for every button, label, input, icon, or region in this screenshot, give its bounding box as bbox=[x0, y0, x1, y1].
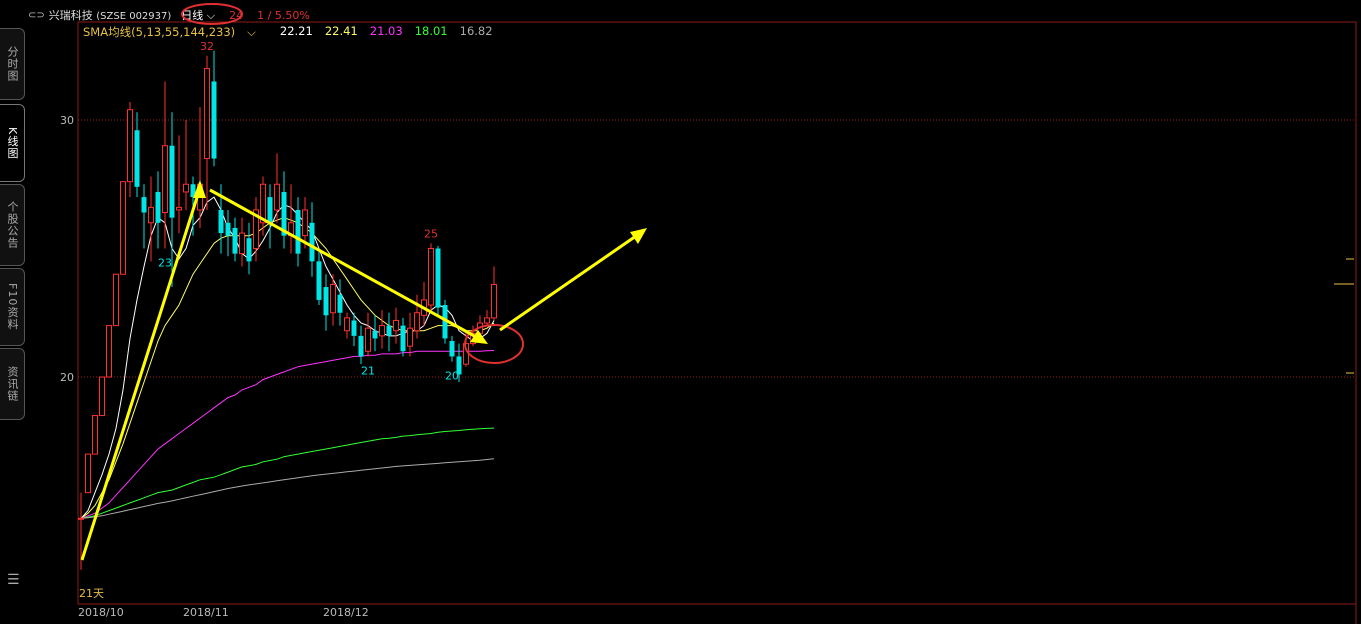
candle-body-up bbox=[92, 415, 98, 455]
annotation-low: 20 bbox=[445, 370, 459, 383]
candle-body-up bbox=[407, 327, 413, 347]
candle-body-down bbox=[218, 209, 224, 234]
candle-body-up bbox=[120, 181, 126, 275]
candle-body-down bbox=[169, 145, 175, 218]
candle-body-up bbox=[85, 453, 91, 494]
candle-body-down bbox=[323, 287, 329, 316]
sma-line-sma5 bbox=[80, 196, 495, 519]
candle-body-up bbox=[204, 68, 210, 160]
y-tick-label: 30 bbox=[60, 114, 74, 127]
candle-body-up bbox=[393, 319, 399, 332]
candle-body-up bbox=[162, 145, 168, 214]
candle-body-up bbox=[491, 283, 497, 319]
candle-body-up bbox=[106, 325, 112, 378]
annotation-high: 32 bbox=[200, 40, 214, 53]
arrowhead-icon bbox=[630, 228, 647, 244]
candle-body-down bbox=[232, 227, 238, 254]
candle-body-down bbox=[449, 341, 455, 357]
candle-body-up bbox=[414, 312, 420, 332]
candle-body-down bbox=[316, 261, 322, 300]
candle-body-down bbox=[400, 325, 406, 352]
candle-body-down bbox=[141, 197, 147, 213]
annotation-low: 21 bbox=[361, 364, 375, 377]
candle-body-down bbox=[211, 81, 217, 159]
candle-body-up bbox=[365, 327, 371, 352]
candle-body-up bbox=[302, 209, 308, 237]
candle-body-down bbox=[295, 209, 301, 254]
candle-body-up bbox=[484, 317, 490, 324]
candle-body-down bbox=[267, 197, 273, 223]
trend-arrow-forecast bbox=[499, 234, 637, 332]
sma-line-sma144 bbox=[80, 427, 495, 519]
candle-body-up bbox=[344, 317, 350, 332]
candle-body-up bbox=[379, 325, 385, 337]
period-highlight-circle bbox=[181, 3, 243, 25]
candle-body-down bbox=[372, 330, 378, 339]
candle-body-up bbox=[78, 517, 84, 520]
candle-body-up bbox=[113, 273, 119, 327]
candle-body-up bbox=[183, 183, 189, 193]
plot-frame bbox=[77, 21, 1357, 605]
candle-body-up bbox=[239, 232, 245, 255]
candle-body-up bbox=[148, 206, 154, 224]
x-tick-label: 2018/11 bbox=[183, 606, 229, 619]
candle-body-up bbox=[127, 109, 133, 183]
candle-body-down bbox=[225, 222, 231, 236]
candle-body-up bbox=[274, 183, 280, 211]
trend-arrow-up bbox=[80, 187, 202, 561]
candle-body-up bbox=[330, 283, 336, 314]
candle-body-up bbox=[176, 206, 182, 211]
candle-body-down bbox=[351, 320, 357, 336]
candle-body-down bbox=[134, 130, 140, 187]
y-tick-label: 20 bbox=[60, 371, 74, 384]
candle-body-down bbox=[309, 222, 315, 262]
candle-body-down bbox=[386, 325, 392, 336]
candle-body-up bbox=[99, 376, 105, 417]
x-tick-label: 2018/10 bbox=[78, 606, 124, 619]
annotation-low: 23 bbox=[158, 257, 172, 270]
annotation-days: 21天 bbox=[79, 587, 104, 600]
annotation-high: 25 bbox=[424, 227, 438, 240]
candle-body-down bbox=[155, 191, 161, 223]
kline-chart[interactable]: 20 30 32 23 25 21 20 21天 2018/10 2018/11 2018/12 bbox=[0, 0, 1361, 624]
x-tick-label: 2018/12 bbox=[323, 606, 369, 619]
candle-body-down bbox=[337, 294, 343, 313]
sma-line-sma55 bbox=[80, 350, 495, 519]
candle-body-down bbox=[246, 238, 252, 262]
candle-body-down bbox=[358, 335, 364, 357]
candle-body-down bbox=[435, 248, 441, 308]
candle-body-up bbox=[428, 248, 434, 306]
sma-line-sma233 bbox=[80, 458, 495, 519]
